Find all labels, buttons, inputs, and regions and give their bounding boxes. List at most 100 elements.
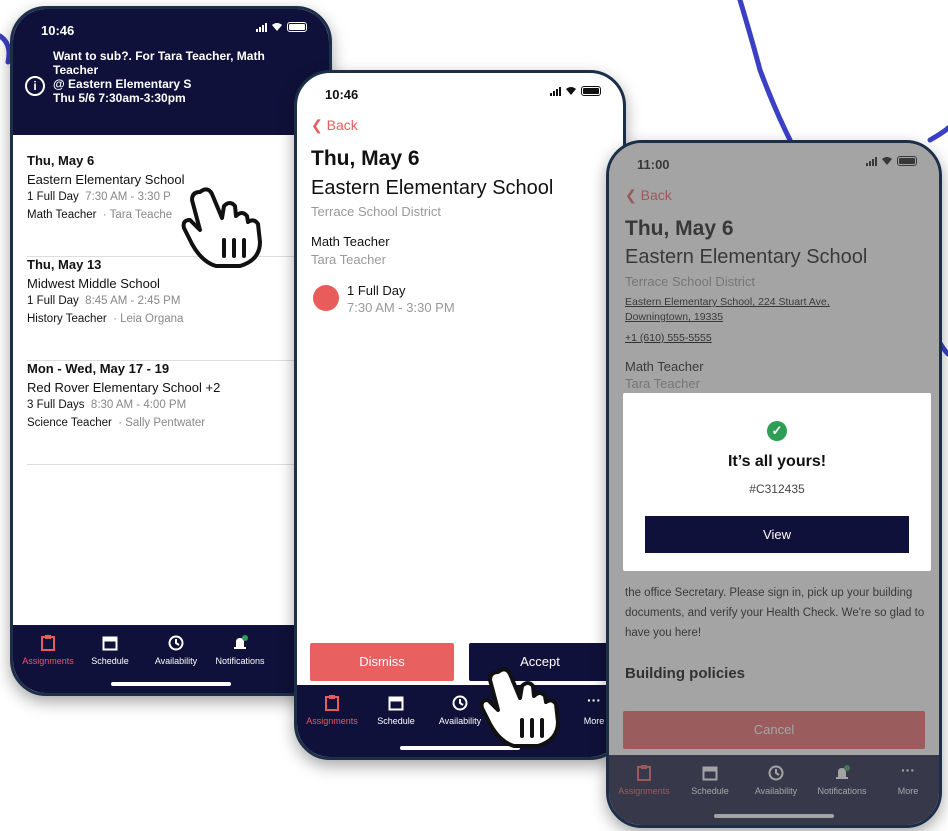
notification-banner[interactable]: 10:46 i Want to sub?. For Tara Teacher, …	[13, 9, 329, 135]
calendar-icon	[102, 636, 118, 651]
assignment-item[interactable]: Mon - Wed, May 17 - 19 Red Rover Element…	[27, 361, 315, 465]
back-button[interactable]: ❮ Back	[311, 117, 358, 134]
tab-label: Schedule	[91, 656, 129, 666]
detail-teacher: Tara Teacher	[625, 376, 700, 391]
tab-schedule[interactable]: Schedule	[361, 695, 431, 726]
hand-pointer-icon	[479, 667, 560, 748]
notice-line-2: @ Eastern Elementary S	[53, 77, 192, 91]
tab-assignments[interactable]: Assignments	[297, 695, 367, 726]
tab-bar: Assignments Schedule Availability Notifi…	[609, 755, 939, 825]
more-icon: ···	[587, 692, 601, 708]
battery-icon	[897, 156, 917, 166]
address-link[interactable]: Eastern Elementary School, 224 Stuart Av…	[625, 295, 865, 325]
status-time: 10:46	[41, 23, 75, 38]
assignment-role: Science Teacher · Sally Pentwater	[27, 417, 206, 429]
tab-availability[interactable]: Availability	[141, 635, 211, 666]
calendar-icon	[702, 766, 718, 781]
assignment-role: History Teacher · Leia Organa	[27, 313, 184, 325]
battery-icon	[287, 22, 307, 32]
tab-label: Assignments	[22, 656, 74, 666]
clipboard-icon	[41, 635, 55, 651]
back-button[interactable]: ❮ Back	[625, 187, 672, 204]
detail-school: Eastern Elementary School	[311, 177, 554, 199]
tab-label: Availability	[438, 716, 482, 726]
wifi-icon	[272, 23, 282, 31]
status-icons	[866, 156, 917, 166]
detail-days: 1 Full Day	[347, 283, 406, 298]
tab-label: More	[897, 786, 919, 796]
assignment-time: 1 Full Day 7:30 AM - 3:30 P	[27, 191, 171, 203]
detail-hours: 7:30 AM - 3:30 PM	[347, 300, 455, 315]
phone-link[interactable]: +1 (610) 555-5555	[625, 332, 712, 344]
assignment-school: Midwest Middle School	[27, 276, 160, 291]
assignment-date: Thu, May 13	[27, 257, 102, 272]
chevron-left-icon: ❮	[625, 187, 637, 203]
info-icon: i	[25, 76, 45, 96]
clock-icon	[452, 695, 468, 711]
wifi-icon	[566, 87, 576, 95]
wifi-icon	[882, 157, 892, 165]
confirmation-modal: ✓ It’s all yours! #C312435 View	[623, 393, 931, 571]
back-label: Back	[326, 117, 358, 133]
hand-pointer-icon	[181, 187, 262, 268]
assignment-item[interactable]: Thu, May 6 Eastern Elementary School 1 F…	[27, 153, 315, 257]
tab-notifications[interactable]: Notifications	[205, 635, 275, 666]
home-indicator	[111, 682, 231, 686]
tab-label: Schedule	[691, 786, 729, 796]
assignment-date: Thu, May 6	[27, 153, 95, 168]
status-time: 10:46	[325, 87, 359, 102]
signal-icon	[866, 156, 877, 166]
clock-icon	[768, 765, 784, 781]
back-label: Back	[640, 187, 672, 203]
tab-label: More	[583, 716, 605, 726]
detail-district: Terrace School District	[311, 204, 442, 219]
tab-more[interactable]: ··· More	[873, 763, 939, 796]
notice-line-3: Thu 5/6 7:30am-3:30pm	[53, 91, 186, 105]
phone-confirmation: 11:00 ❮ Back Thu, May 6 Eastern Elementa…	[606, 140, 942, 828]
status-icons	[256, 22, 307, 32]
tab-schedule[interactable]: Schedule	[675, 765, 745, 796]
tab-schedule[interactable]: Schedule	[75, 635, 145, 666]
tab-label: Availability	[754, 786, 798, 796]
detail-date: Thu, May 6	[625, 217, 734, 240]
assignment-item[interactable]: Thu, May 13 Midwest Middle School 1 Full…	[27, 257, 315, 361]
notice-line-1: Want to sub?. For Tara Teacher, Math Tea…	[53, 49, 265, 77]
status-bar: 10:46	[297, 73, 623, 113]
status-bar: 10:46	[13, 9, 329, 49]
bell-icon	[836, 765, 850, 779]
signal-icon	[256, 22, 267, 32]
bell-icon	[234, 635, 248, 649]
tab-notifications[interactable]: Notifications	[807, 765, 877, 796]
detail-school: Eastern Elementary School	[625, 246, 868, 268]
tab-label: Assignments	[306, 716, 358, 726]
tab-bar: Assignments Schedule Availability Notifi…	[13, 625, 329, 693]
phone-assignment-detail: 10:46 ❮ Back Thu, May 6 Eastern Elementa…	[294, 70, 626, 760]
modal-title: It’s all yours!	[727, 453, 827, 470]
tab-label: Assignments	[618, 786, 670, 796]
view-button[interactable]: View	[645, 516, 909, 553]
tab-bar: Assignments Schedule Availability ··· Mo…	[297, 685, 623, 757]
detail-date: Thu, May 6	[311, 147, 420, 170]
tab-assignments[interactable]: Assignments	[609, 765, 679, 796]
signal-icon	[550, 86, 561, 96]
dismiss-button[interactable]: Dismiss	[310, 643, 454, 681]
cancel-button[interactable]: Cancel	[623, 711, 925, 749]
tab-label: Availability	[154, 656, 198, 666]
clipboard-icon	[325, 695, 339, 711]
detail-role: Math Teacher	[311, 234, 390, 249]
assignment-time: 3 Full Days 8:30 AM - 4:00 PM	[27, 399, 187, 411]
detail-teacher: Tara Teacher	[311, 252, 386, 267]
home-indicator	[714, 814, 834, 818]
clock-icon	[168, 635, 184, 651]
assignment-school: Eastern Elementary School	[27, 172, 185, 187]
battery-icon	[581, 86, 601, 96]
tab-label: Schedule	[377, 716, 415, 726]
calendar-icon	[388, 696, 404, 711]
stage: 10:46 i Want to sub?. For Tara Teacher, …	[0, 0, 948, 831]
tab-assignments[interactable]: Assignments	[13, 635, 83, 666]
instructions-text: the office Secretary. Please sign in, pi…	[625, 587, 925, 639]
tab-availability[interactable]: Availability	[741, 765, 811, 796]
phone-assignments-list: 10:46 i Want to sub?. For Tara Teacher, …	[10, 6, 332, 696]
assignment-school: Red Rover Elementary School +2	[27, 380, 221, 395]
checkmark-icon: ✓	[767, 421, 787, 441]
